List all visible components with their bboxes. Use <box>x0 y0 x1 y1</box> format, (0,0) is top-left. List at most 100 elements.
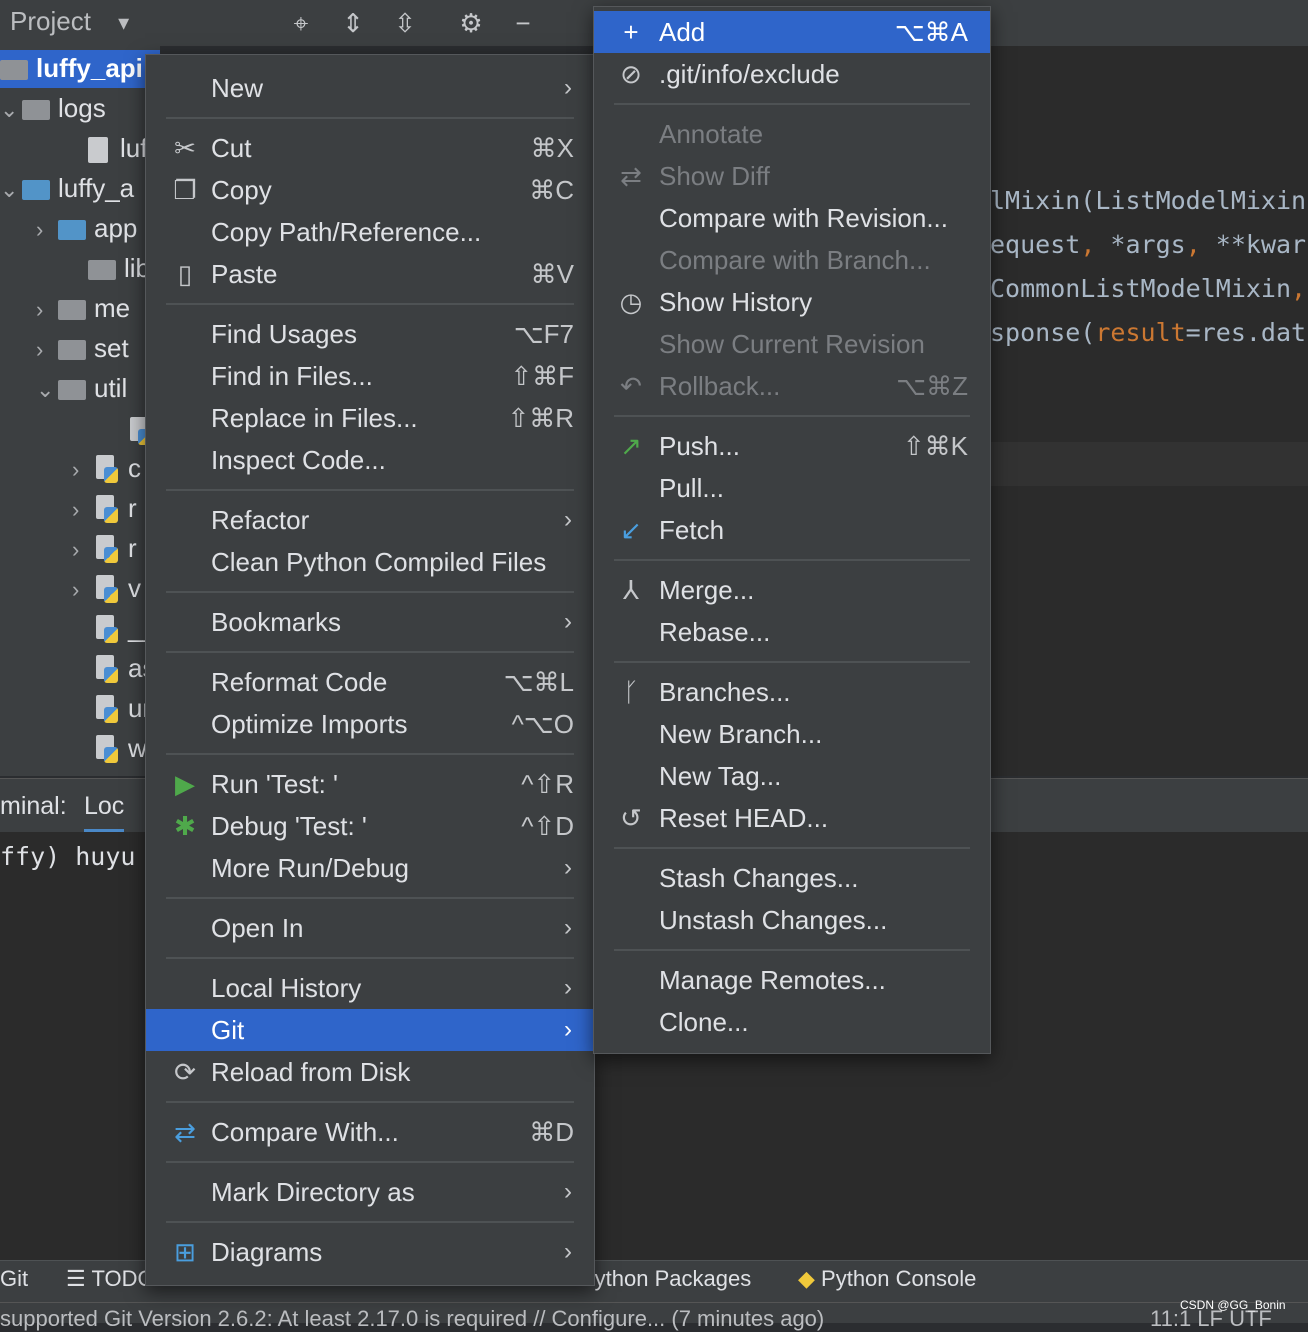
menu-item-shortcut: ⌥⌘Z <box>896 371 968 401</box>
minimize-icon[interactable]: − <box>506 6 540 40</box>
project-view-selector[interactable]: Project ▾ <box>10 6 129 37</box>
menu-item-annotate: Annotate <box>594 113 990 155</box>
menu-item-run-test[interactable]: ▶ Run 'Test: ' ^⇧R <box>146 763 594 805</box>
tree-item[interactable]: ⌄ luffy_a <box>0 168 145 208</box>
menu-item-branches[interactable]: ᚴ Branches... <box>594 671 990 713</box>
menu-item-push[interactable]: ↗ Push... ⇧⌘K <box>594 425 990 467</box>
menu-item-optimize-imports[interactable]: Optimize Imports ^⌥O <box>146 703 594 745</box>
menu-item-cut[interactable]: ✂ Cut ⌘X <box>146 127 594 169</box>
menu-item-label: Push... <box>659 431 740 461</box>
menu-item-git-info-exclude[interactable]: ⊘ .git/info/exclude <box>594 53 990 95</box>
tab-python-console[interactable]: ◆ Python Console <box>798 1266 976 1292</box>
menu-item-shortcut: ⌥⌘A <box>894 17 968 47</box>
menu-item-pull[interactable]: Pull... <box>594 467 990 509</box>
menu-item-bookmarks[interactable]: Bookmarks › <box>146 601 594 643</box>
menu-item-manage-remotes[interactable]: Manage Remotes... <box>594 959 990 1001</box>
menu-separator <box>166 1221 574 1223</box>
menu-separator <box>614 415 970 417</box>
menu-item-diagrams[interactable]: ⊞ Diagrams › <box>146 1231 594 1273</box>
code-token: =res.dat <box>1185 318 1307 347</box>
code-token: lMixin(ListModelMixin <box>990 186 1307 215</box>
menu-item-add[interactable]: + Add ⌥⌘A <box>594 11 990 53</box>
gear-icon[interactable]: ⚙ <box>454 6 488 40</box>
menu-item-reset-head[interactable]: ↺ Reset HEAD... <box>594 797 990 839</box>
chevron-right-icon[interactable]: › <box>36 290 58 328</box>
collapse-all-icon[interactable]: ⇳ <box>388 6 422 40</box>
menu-item-copy-path-reference[interactable]: Copy Path/Reference... <box>146 211 594 253</box>
menu-item-rebase[interactable]: Rebase... <box>594 611 990 653</box>
folder-icon <box>58 380 86 401</box>
menu-item-new-tag[interactable]: New Tag... <box>594 755 990 797</box>
menu-item-git[interactable]: Git › <box>146 1009 594 1051</box>
menu-item-refactor[interactable]: Refactor › <box>146 499 594 541</box>
menu-item-unstash-changes[interactable]: Unstash Changes... <box>594 899 990 941</box>
scissors-icon: ✂ <box>174 133 196 163</box>
terminal-tab-local[interactable]: Loc <box>84 792 125 832</box>
menu-item-reformat-code[interactable]: Reformat Code ⌥⌘L <box>146 661 594 703</box>
menu-item-debug-test[interactable]: ✱ Debug 'Test: ' ^⇧D <box>146 805 594 847</box>
menu-item-shortcut: ⌘V <box>530 259 574 289</box>
menu-item-find-usages[interactable]: Find Usages ⌥F7 <box>146 313 594 355</box>
chevron-down-icon[interactable]: ⌄ <box>0 170 22 208</box>
menu-item-new[interactable]: New › <box>146 67 594 109</box>
menu-item-clean-python-compiled-files[interactable]: Clean Python Compiled Files <box>146 541 594 583</box>
crosshair-icon[interactable]: ⌖ <box>284 6 318 40</box>
chevron-right-icon[interactable]: › <box>36 210 58 248</box>
menu-separator <box>166 1101 574 1103</box>
menu-item-label: Find in Files... <box>211 361 373 391</box>
menu-item-label: Show History <box>659 287 813 317</box>
chevron-right-icon[interactable]: › <box>72 450 94 488</box>
menu-item-more-run-debug[interactable]: More Run/Debug › <box>146 847 594 889</box>
chevron-right-icon[interactable]: › <box>72 490 94 528</box>
menu-item-label: Manage Remotes... <box>659 965 886 995</box>
menu-item-find-in-files[interactable]: Find in Files... ⇧⌘F <box>146 355 594 397</box>
chevron-down-icon[interactable]: ⌄ <box>36 370 58 408</box>
menu-item-open-in[interactable]: Open In › <box>146 907 594 949</box>
menu-item-shortcut: ⇧⌘R <box>507 403 574 433</box>
chevron-right-icon[interactable]: › <box>36 330 58 368</box>
menu-item-replace-in-files[interactable]: Replace in Files... ⇧⌘R <box>146 397 594 439</box>
menu-item-inspect-code[interactable]: Inspect Code... <box>146 439 594 481</box>
menu-item-new-branch[interactable]: New Branch... <box>594 713 990 755</box>
code-line[interactable]: lMixin(ListModelMixin <box>990 186 1306 215</box>
tab-python-packages[interactable]: Python Packages <box>580 1266 751 1292</box>
menu-item-label: Run 'Test: ' <box>211 769 338 799</box>
menu-item-clone[interactable]: Clone... <box>594 1001 990 1043</box>
merge-icon: ⅄ <box>623 575 639 605</box>
menu-item-merge[interactable]: ⅄ Merge... <box>594 569 990 611</box>
chevron-right-icon[interactable]: › <box>72 530 94 568</box>
expand-all-icon[interactable]: ⇕ <box>336 6 370 40</box>
menu-item-stash-changes[interactable]: Stash Changes... <box>594 857 990 899</box>
code-line[interactable]: CommonListModelMixin, <box>990 274 1306 303</box>
menu-item-local-history[interactable]: Local History › <box>146 967 594 1009</box>
menu-item-fetch[interactable]: ↙ Fetch <box>594 509 990 551</box>
menu-item-copy[interactable]: ❐ Copy ⌘C <box>146 169 594 211</box>
code-token: , <box>1185 230 1216 259</box>
menu-item-compare-with-revision[interactable]: Compare with Revision... <box>594 197 990 239</box>
tab-todo[interactable]: ☰ TODO <box>66 1266 155 1292</box>
menu-separator <box>166 897 574 899</box>
status-message[interactable]: supported Git Version 2.6.2: At least 2.… <box>0 1306 824 1332</box>
menu-item-label: Rollback... <box>659 371 781 401</box>
chevron-down-icon[interactable]: ⌄ <box>0 90 22 128</box>
tab-git[interactable]: Git <box>0 1266 28 1292</box>
menu-item-label: Pull... <box>659 473 725 503</box>
menu-item-mark-directory-as[interactable]: Mark Directory as › <box>146 1171 594 1213</box>
tree-item-label: app <box>94 213 138 243</box>
menu-item-show-history[interactable]: ◷ Show History <box>594 281 990 323</box>
tree-root[interactable]: luffy_api <box>0 48 145 88</box>
menu-separator <box>166 591 574 593</box>
source-folder-icon <box>58 220 86 241</box>
menu-item-paste[interactable]: ▯ Paste ⌘V <box>146 253 594 295</box>
menu-item-label: Replace in Files... <box>211 403 418 433</box>
tree-item-label: luffy_a <box>58 173 135 203</box>
code-token: , <box>1080 230 1111 259</box>
menu-item-label: Local History <box>211 973 362 1003</box>
code-line[interactable]: sponse(result=res.dat <box>990 318 1306 347</box>
menu-item-compare-with[interactable]: ⇄ Compare With... ⌘D <box>146 1111 594 1153</box>
text-file-icon <box>88 137 108 164</box>
code-line[interactable]: equest, *args, **kwar <box>990 230 1306 259</box>
chevron-right-icon[interactable]: › <box>72 570 94 608</box>
menu-item-reload-from-disk[interactable]: ⟳ Reload from Disk <box>146 1051 594 1093</box>
tree-item[interactable]: ⌄ logs <box>0 88 145 128</box>
